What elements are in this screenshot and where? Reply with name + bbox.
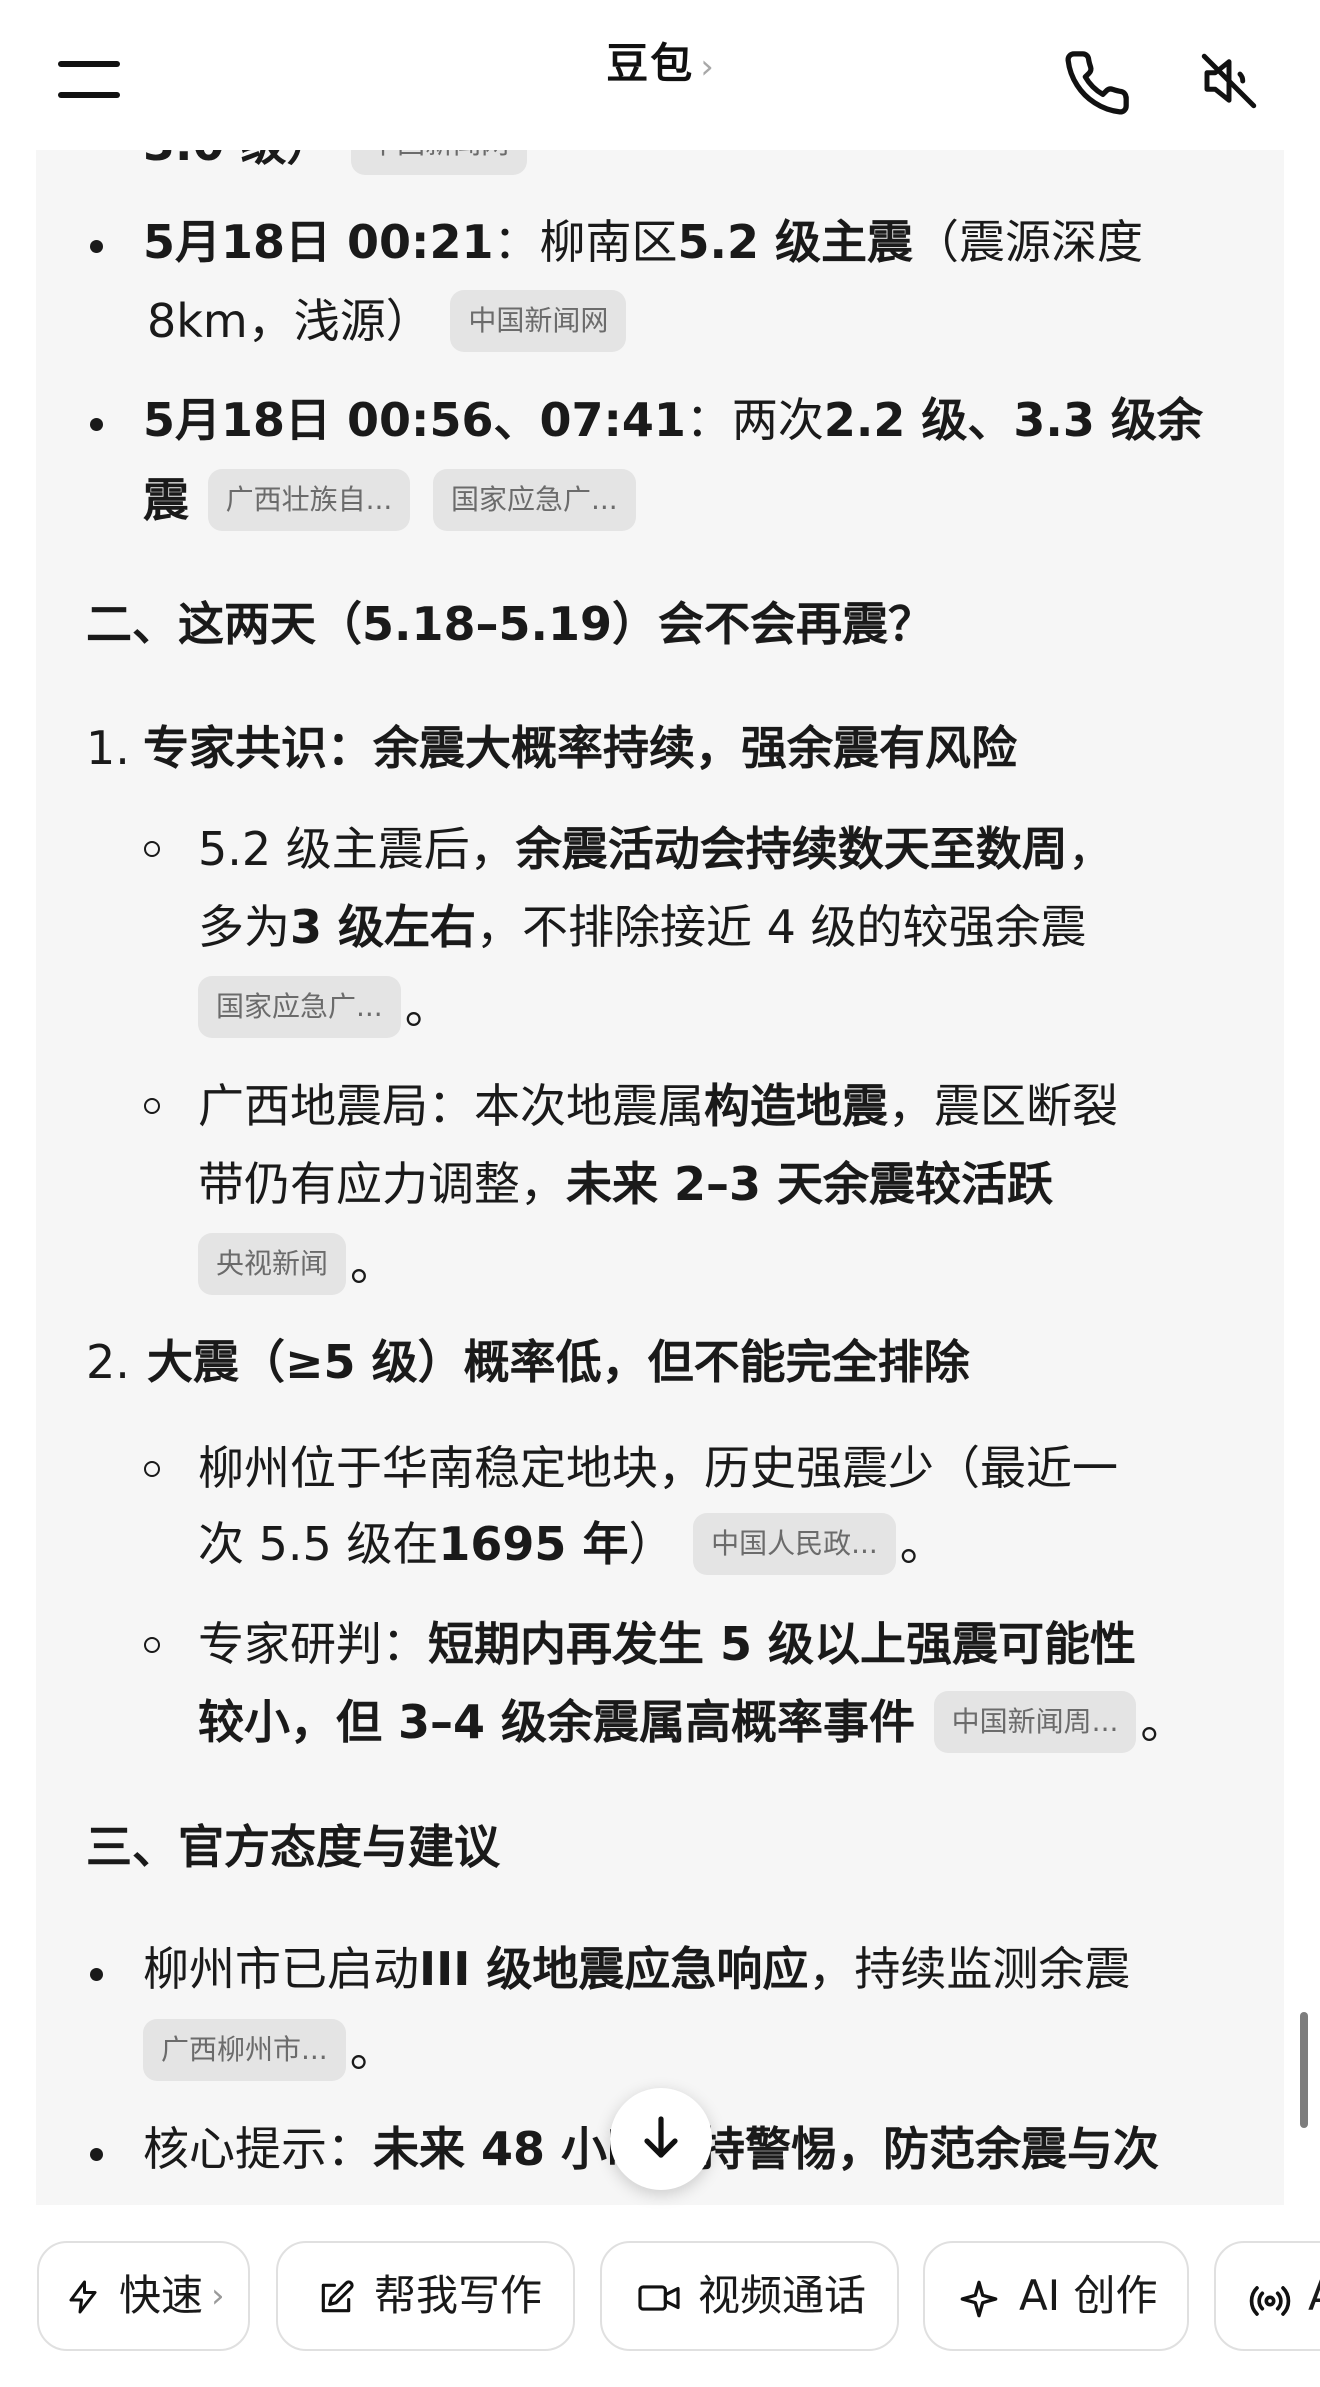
radio-button[interactable]: A: [1214, 2241, 1320, 2351]
source-pill[interactable]: 广西壮族自...: [207, 468, 411, 531]
source-pill[interactable]: 央视新闻: [198, 1232, 347, 1295]
app-title[interactable]: 豆包: [606, 39, 694, 88]
source-pill[interactable]: 国家应急广...: [198, 975, 401, 1038]
scrollbar[interactable]: [1300, 2012, 1308, 2128]
section-heading: 三、官方态度与建议: [86, 1820, 500, 1874]
arrow-down-icon: [644, 2116, 678, 2158]
point-line: 专家研判：短期内再发生 5 级以上强震可能性: [198, 1617, 1137, 1671]
speaker-muted-icon[interactable]: [1196, 48, 1262, 114]
event-line: 5月18日 00:21：柳南区5.2 级主震（震源深度: [143, 215, 1143, 269]
source-pill[interactable]: 国家应急广...: [432, 468, 636, 531]
chip-label: A: [1308, 2243, 1320, 2349]
circle-bullet: [144, 1098, 160, 1114]
section-heading: 二、这两天（5.18–5.19）会不会再震？: [86, 597, 934, 651]
write-button[interactable]: 帮我写作: [276, 2241, 575, 2351]
list-number: 2.: [86, 1335, 130, 1389]
bullet-dot: [90, 2148, 103, 2161]
circle-bullet: [144, 841, 160, 857]
radio-icon: [1249, 2286, 1291, 2316]
scroll-down-button[interactable]: [610, 2088, 712, 2190]
point-line: 多为3 级左右，不排除接近 4 级的较强余震: [198, 900, 1087, 954]
event-line: 8km，浅源） 中国新闻网: [147, 289, 630, 356]
chevron-right-icon: ›: [700, 47, 714, 87]
source-pill[interactable]: 中国新闻网: [450, 289, 627, 352]
official-line: 广西柳州市...。: [139, 2018, 396, 2085]
circle-bullet: [144, 1637, 160, 1653]
point-line: 广西地震局：本次地震属构造地震，震区断裂: [198, 1079, 1118, 1133]
quick-mode-button[interactable]: 快速 ›: [37, 2241, 250, 2351]
bottom-action-bar: 快速 › 帮我写作 视频通话 AI 创作 A: [0, 2205, 1320, 2387]
chat-content[interactable]: 3.0 级） 中国新闻网 5月18日 00:21：柳南区5.2 级主震（震源深度…: [36, 0, 1284, 2205]
video-call-button[interactable]: 视频通话: [600, 2241, 899, 2351]
lightning-icon: [69, 2280, 97, 2314]
chip-label: 帮我写作: [374, 2271, 543, 2320]
bullet-dot: [90, 418, 103, 431]
point-line: 较小，但 3–4 级余震属高概率事件 中国新闻周...。: [198, 1690, 1186, 1757]
phone-icon[interactable]: [1062, 48, 1132, 118]
point-title: 大震（≥5 级）概率低，但不能完全排除: [147, 1335, 970, 1389]
bullet-dot: [90, 240, 103, 253]
circle-bullet: [144, 1461, 160, 1477]
point-line: 国家应急广...。: [194, 975, 451, 1042]
official-line: 柳州市已启动III 级地震应急响应，持续监测余震: [143, 1942, 1131, 1996]
chip-label: AI 创作: [1019, 2271, 1158, 2320]
edit-icon: [321, 2280, 354, 2313]
source-pill[interactable]: 广西柳州市...: [143, 2018, 346, 2081]
video-icon: [638, 2285, 680, 2311]
list-number: 1.: [86, 721, 130, 775]
ai-create-button[interactable]: AI 创作: [923, 2241, 1189, 2351]
chip-label: 视频通话: [698, 2271, 867, 2320]
point-line: 带仍有应力调整，未来 2–3 天余震较活跃: [198, 1157, 1054, 1211]
point-title: 专家共识：余震大概率持续，强余震有风险: [143, 721, 1017, 775]
chip-label: 快速: [119, 2271, 204, 2320]
point-line: 柳州位于华南稳定地块，历史强震少（最近一: [198, 1441, 1118, 1495]
chevron-right-icon: ›: [211, 2276, 225, 2316]
bullet-dot: [90, 1968, 103, 1981]
source-pill[interactable]: 中国人民政...: [693, 1512, 896, 1575]
sparkle-icon: [960, 2280, 998, 2318]
point-line: 次 5.5 级在1695 年） 中国人民政...。: [198, 1512, 946, 1579]
event-line: 震 广西壮族自... 国家应急广...: [143, 468, 640, 535]
source-pill[interactable]: 中国新闻周...: [933, 1690, 1137, 1753]
top-bar: 豆包 ›: [0, 0, 1320, 150]
point-line: 央视新闻。: [194, 1232, 396, 1299]
point-line: 5.2 级主震后，余震活动会持续数天至数周，: [198, 822, 1114, 876]
event-line: 5月18日 00:56、07:41：两次2.2 级、3.3 级余: [143, 393, 1203, 447]
